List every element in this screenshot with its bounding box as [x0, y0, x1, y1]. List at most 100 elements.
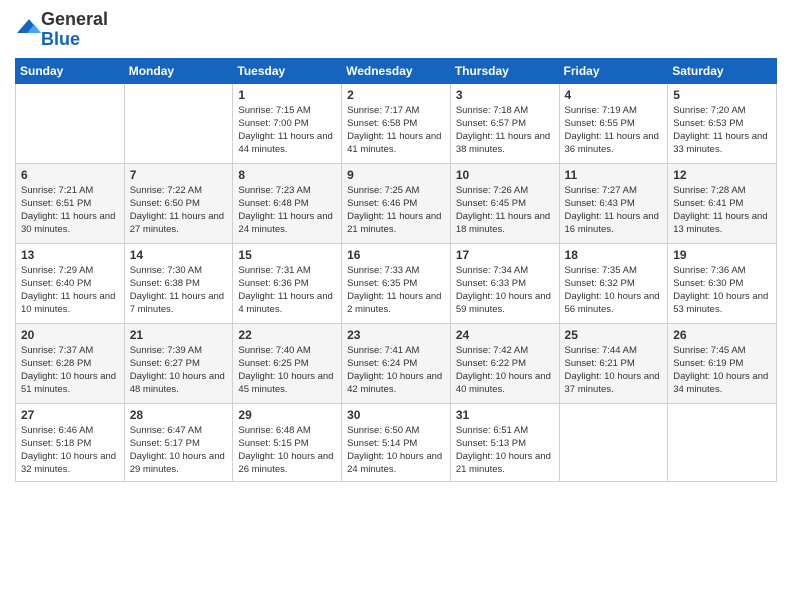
day-number: 18: [565, 248, 663, 262]
day-number: 22: [238, 328, 336, 342]
calendar-cell: [668, 403, 777, 481]
day-info: Sunrise: 7:30 AMSunset: 6:38 PMDaylight:…: [130, 264, 228, 317]
day-number: 3: [456, 88, 554, 102]
calendar-cell: 8 Sunrise: 7:23 AMSunset: 6:48 PMDaylight…: [233, 163, 342, 243]
calendar-cell: 7Sunrise: 7:22 AMSunset: 6:50 PMDaylight…: [124, 163, 233, 243]
calendar-cell: 25 Sunrise: 7:44 AMSunset: 6:21 PMDayligh…: [559, 323, 668, 403]
calendar-cell: 5 Sunrise: 7:20 AMSunset: 6:53 PMDaylight…: [668, 83, 777, 163]
weekday-header-sunday: Sunday: [16, 58, 125, 83]
week-row-2: 6Sunrise: 7:21 AMSunset: 6:51 PMDaylight…: [16, 163, 777, 243]
day-number: 2: [347, 88, 445, 102]
day-info: Sunrise: 7:37 AMSunset: 6:28 PMDaylight:…: [21, 344, 119, 397]
calendar-cell: 29 Sunrise: 6:48 AMSunset: 5:15 PMDayligh…: [233, 403, 342, 481]
calendar-cell: 2 Sunrise: 7:17 AMSunset: 6:58 PMDaylight…: [342, 83, 451, 163]
day-number: 28: [130, 408, 228, 422]
day-number: 25: [565, 328, 663, 342]
day-number: 31: [456, 408, 554, 422]
day-info: Sunrise: 6:51 AMSunset: 5:13 PMDaylight:…: [456, 424, 554, 477]
weekday-header-saturday: Saturday: [668, 58, 777, 83]
day-info: Sunrise: 6:48 AMSunset: 5:15 PMDaylight:…: [238, 424, 336, 477]
day-info: Sunrise: 7:42 AMSunset: 6:22 PMDaylight:…: [456, 344, 554, 397]
day-info: Sunrise: 7:31 AMSunset: 6:36 PMDaylight:…: [238, 264, 336, 317]
day-number: 23: [347, 328, 445, 342]
calendar-cell: 3 Sunrise: 7:18 AMSunset: 6:57 PMDaylight…: [450, 83, 559, 163]
day-number: 15: [238, 248, 336, 262]
calendar-cell: 9 Sunrise: 7:25 AMSunset: 6:46 PMDaylight…: [342, 163, 451, 243]
day-info: Sunrise: 7:44 AMSunset: 6:21 PMDaylight:…: [565, 344, 663, 397]
day-number: 10: [456, 168, 554, 182]
calendar-cell: 13 Sunrise: 7:29 AMSunset: 6:40 PMDayligh…: [16, 243, 125, 323]
week-row-3: 13 Sunrise: 7:29 AMSunset: 6:40 PMDayligh…: [16, 243, 777, 323]
weekday-header-row: SundayMondayTuesdayWednesdayThursdayFrid…: [16, 58, 777, 83]
calendar-cell: [559, 403, 668, 481]
day-info: Sunrise: 7:33 AMSunset: 6:35 PMDaylight:…: [347, 264, 445, 317]
day-info: Sunrise: 7:15 AMSunset: 7:00 PMDaylight:…: [238, 104, 336, 157]
week-row-4: 20Sunrise: 7:37 AMSunset: 6:28 PMDayligh…: [16, 323, 777, 403]
day-info: Sunrise: 7:41 AMSunset: 6:24 PMDaylight:…: [347, 344, 445, 397]
page: General Blue SundayMondayTuesdayWednesda…: [0, 0, 792, 612]
day-info: Sunrise: 6:50 AMSunset: 5:14 PMDaylight:…: [347, 424, 445, 477]
weekday-header-wednesday: Wednesday: [342, 58, 451, 83]
week-row-5: 27 Sunrise: 6:46 AMSunset: 5:18 PMDayligh…: [16, 403, 777, 481]
calendar-cell: 18Sunrise: 7:35 AMSunset: 6:32 PMDayligh…: [559, 243, 668, 323]
calendar-cell: 1 Sunrise: 7:15 AMSunset: 7:00 PMDaylight…: [233, 83, 342, 163]
calendar-cell: 24Sunrise: 7:42 AMSunset: 6:22 PMDayligh…: [450, 323, 559, 403]
day-number: 26: [673, 328, 771, 342]
calendar-cell: 14Sunrise: 7:30 AMSunset: 6:38 PMDayligh…: [124, 243, 233, 323]
day-number: 17: [456, 248, 554, 262]
calendar-cell: 21 Sunrise: 7:39 AMSunset: 6:27 PMDayligh…: [124, 323, 233, 403]
logo: General Blue: [15, 10, 108, 50]
calendar-cell: 10Sunrise: 7:26 AMSunset: 6:45 PMDayligh…: [450, 163, 559, 243]
day-number: 6: [21, 168, 119, 182]
calendar-cell: 11 Sunrise: 7:27 AMSunset: 6:43 PMDayligh…: [559, 163, 668, 243]
day-number: 13: [21, 248, 119, 262]
day-info: Sunrise: 7:39 AMSunset: 6:27 PMDaylight:…: [130, 344, 228, 397]
day-info: Sunrise: 7:29 AMSunset: 6:40 PMDaylight:…: [21, 264, 119, 317]
day-info: Sunrise: 7:27 AMSunset: 6:43 PMDaylight:…: [565, 184, 663, 237]
calendar-cell: 12 Sunrise: 7:28 AMSunset: 6:41 PMDayligh…: [668, 163, 777, 243]
header: General Blue: [15, 10, 777, 50]
calendar-cell: 27 Sunrise: 6:46 AMSunset: 5:18 PMDayligh…: [16, 403, 125, 481]
calendar-cell: 15 Sunrise: 7:31 AMSunset: 6:36 PMDayligh…: [233, 243, 342, 323]
calendar-cell: 6Sunrise: 7:21 AMSunset: 6:51 PMDaylight…: [16, 163, 125, 243]
day-info: Sunrise: 7:45 AMSunset: 6:19 PMDaylight:…: [673, 344, 771, 397]
calendar-cell: 22Sunrise: 7:40 AMSunset: 6:25 PMDayligh…: [233, 323, 342, 403]
calendar-cell: 28 Sunrise: 6:47 AMSunset: 5:17 PMDayligh…: [124, 403, 233, 481]
calendar-cell: 19Sunrise: 7:36 AMSunset: 6:30 PMDayligh…: [668, 243, 777, 323]
day-number: 5: [673, 88, 771, 102]
day-number: 30: [347, 408, 445, 422]
calendar-cell: [124, 83, 233, 163]
day-info: Sunrise: 6:47 AMSunset: 5:17 PMDaylight:…: [130, 424, 228, 477]
calendar-table: SundayMondayTuesdayWednesdayThursdayFrid…: [15, 58, 777, 482]
day-number: 29: [238, 408, 336, 422]
calendar-cell: 20Sunrise: 7:37 AMSunset: 6:28 PMDayligh…: [16, 323, 125, 403]
day-info: Sunrise: 7:17 AMSunset: 6:58 PMDaylight:…: [347, 104, 445, 157]
day-info: Sunrise: 7:20 AMSunset: 6:53 PMDaylight:…: [673, 104, 771, 157]
day-info: Sunrise: 7:34 AMSunset: 6:33 PMDaylight:…: [456, 264, 554, 317]
day-number: 12: [673, 168, 771, 182]
day-info: Sunrise: 6:46 AMSunset: 5:18 PMDaylight:…: [21, 424, 119, 477]
logo-general: General: [41, 9, 108, 29]
calendar-cell: 30 Sunrise: 6:50 AMSunset: 5:14 PMDayligh…: [342, 403, 451, 481]
day-info: Sunrise: 7:28 AMSunset: 6:41 PMDaylight:…: [673, 184, 771, 237]
day-number: 27: [21, 408, 119, 422]
day-number: 21: [130, 328, 228, 342]
day-number: 11: [565, 168, 663, 182]
week-row-1: 1 Sunrise: 7:15 AMSunset: 7:00 PMDaylight…: [16, 83, 777, 163]
calendar-cell: 17 Sunrise: 7:34 AMSunset: 6:33 PMDayligh…: [450, 243, 559, 323]
logo-blue: Blue: [41, 29, 80, 49]
calendar-cell: 23 Sunrise: 7:41 AMSunset: 6:24 PMDayligh…: [342, 323, 451, 403]
day-number: 9: [347, 168, 445, 182]
day-number: 16: [347, 248, 445, 262]
day-info: Sunrise: 7:18 AMSunset: 6:57 PMDaylight:…: [456, 104, 554, 157]
day-info: Sunrise: 7:19 AMSunset: 6:55 PMDaylight:…: [565, 104, 663, 157]
weekday-header-thursday: Thursday: [450, 58, 559, 83]
logo-text: General Blue: [41, 10, 108, 50]
day-number: 1: [238, 88, 336, 102]
day-number: 8: [238, 168, 336, 182]
day-info: Sunrise: 7:23 AMSunset: 6:48 PMDaylight:…: [238, 184, 336, 237]
day-info: Sunrise: 7:25 AMSunset: 6:46 PMDaylight:…: [347, 184, 445, 237]
day-number: 19: [673, 248, 771, 262]
calendar-cell: 31 Sunrise: 6:51 AMSunset: 5:13 PMDayligh…: [450, 403, 559, 481]
calendar-cell: 16 Sunrise: 7:33 AMSunset: 6:35 PMDayligh…: [342, 243, 451, 323]
